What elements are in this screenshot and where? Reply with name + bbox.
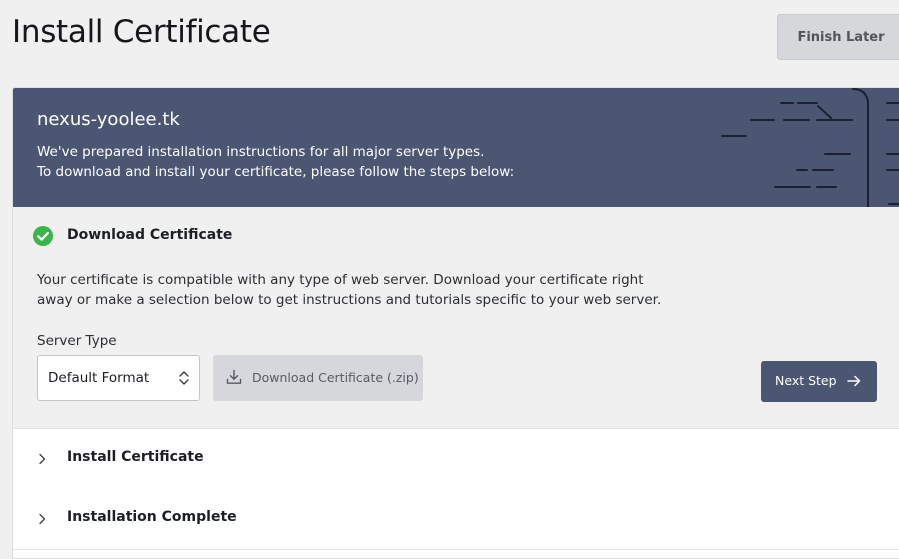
download-button-label: Download Certificate (.zip) [252,370,419,385]
chevron-up-down-icon [179,371,189,385]
step-title: Download Certificate [67,227,233,243]
check-circle-icon [33,226,53,246]
install-card: nexus-yoolee.tk We've prepared installat… [12,87,899,559]
server-type-select[interactable]: Default Format [37,355,200,401]
server-type-value: Default Format [48,370,150,386]
next-step-button[interactable]: Next Step [761,361,877,402]
server-type-label: Server Type [37,333,117,349]
chevron-right-icon [39,513,46,525]
download-certificate-button[interactable]: Download Certificate (.zip) [213,355,423,401]
page-title: Install Certificate [12,14,271,50]
step-installation-complete[interactable]: Installation Complete [13,489,899,550]
domain-name: nexus-yoolee.tk [37,109,180,130]
finish-later-button[interactable]: Finish Later [777,14,899,60]
banner-text-line1: We've prepared installation instructions… [37,144,485,160]
banner-text-line2: To download and install your certificate… [37,164,515,180]
step-install-certificate[interactable]: Install Certificate [13,429,899,490]
step-download-certificate: Download Certificate Your certificate is… [13,207,899,429]
chevron-right-icon [39,453,46,465]
step-description-line2: away or make a selection below to get in… [37,292,662,308]
domain-banner: nexus-yoolee.tk We've prepared installat… [13,88,899,207]
arrow-right-icon [847,375,861,387]
step-title: Install Certificate [67,449,204,465]
banner-decoration [721,88,899,207]
step-title: Installation Complete [67,509,237,525]
step-description-line1: Your certificate is compatible with any … [37,272,644,288]
next-step-label: Next Step [775,373,837,388]
download-icon [226,369,242,384]
